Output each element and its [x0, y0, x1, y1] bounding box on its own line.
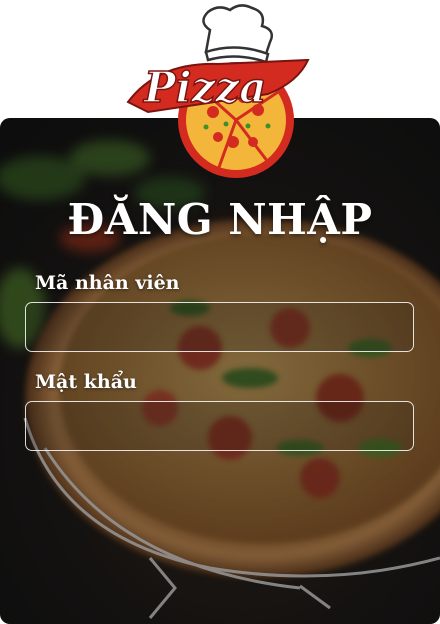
- login-page: Pizza ĐĂNG NHẬP Mã nhân viên Mật khẩu: [0, 0, 440, 624]
- pizza-logo-icon: Pizza: [118, 2, 318, 182]
- logo-text: Pizza: [143, 63, 266, 112]
- password-label: Mật khẩu: [35, 371, 137, 393]
- employee-id-label: Mã nhân viên: [35, 272, 180, 294]
- page-title: ĐĂNG NHẬP: [67, 195, 373, 244]
- employee-id-input[interactable]: [25, 302, 414, 352]
- password-input[interactable]: [25, 401, 414, 451]
